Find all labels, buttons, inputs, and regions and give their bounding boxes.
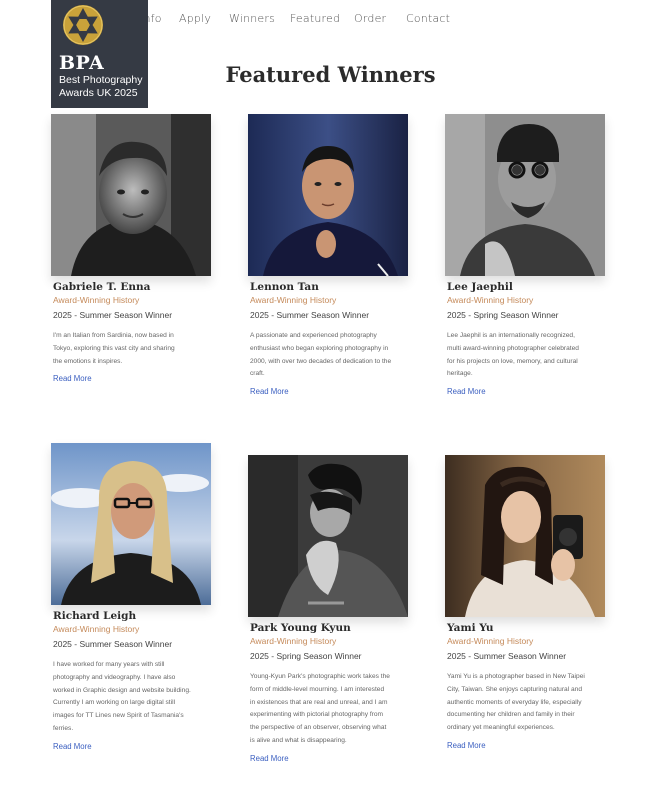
winner-photo[interactable]	[445, 114, 605, 276]
read-more-link[interactable]: Read More	[248, 754, 289, 763]
winner-card: Park Young Kyun Award-Winning History 20…	[248, 455, 408, 766]
winner-card: Lee Jaephil Award-Winning History 2025 -…	[445, 114, 605, 399]
camera-aperture-icon	[63, 5, 103, 45]
winner-photo[interactable]	[445, 455, 605, 617]
season-label: 2025 - Summer Season Winner	[447, 651, 567, 661]
winner-photo[interactable]	[51, 114, 211, 276]
site-logo[interactable]: BPA Best Photography Awards UK 2025	[51, 0, 148, 108]
read-more-link[interactable]: Read More	[445, 741, 486, 750]
nav-winners[interactable]: Winners	[229, 12, 275, 25]
award-link[interactable]: Award-Winning History	[248, 295, 408, 305]
nav-order[interactable]: Order	[354, 12, 386, 25]
season-label: 2025 - Summer Season Winner	[250, 310, 370, 320]
winner-card: Richard Leigh Award-Winning History 2025…	[51, 443, 211, 754]
winner-bio: I'm an Italian from Sardinia, now based …	[53, 332, 175, 365]
read-more-link[interactable]: Read More	[445, 387, 486, 396]
season-label: 2025 - Summer Season Winner	[53, 639, 173, 649]
season-label: 2025 - Spring Season Winner	[250, 651, 362, 661]
read-more-link[interactable]: Read More	[248, 387, 289, 396]
winner-bio: I have worked for many years with still …	[53, 661, 191, 732]
winner-bio: Yami Yu is a photographer based in New T…	[447, 673, 585, 732]
winner-photo[interactable]	[51, 443, 211, 605]
winner-card: Gabriele T. Enna Award-Winning History 2…	[51, 114, 211, 386]
winner-name: Yami Yu	[447, 622, 494, 634]
season-label: 2025 - Spring Season Winner	[447, 310, 559, 320]
winner-bio: Young-Kyun Park's photographic work take…	[250, 673, 390, 744]
award-link[interactable]: Award-Winning History	[445, 636, 605, 646]
season-label: 2025 - Summer Season Winner	[53, 310, 173, 320]
nav-contact[interactable]: Contact	[406, 12, 450, 25]
award-link[interactable]: Award-Winning History	[248, 636, 408, 646]
winner-name: Richard Leigh	[53, 610, 137, 622]
page-title: Featured Winners	[225, 62, 436, 87]
winner-name: Park Young Kyun	[250, 622, 351, 634]
award-link[interactable]: Award-Winning History	[51, 295, 211, 305]
nav-apply[interactable]: Apply	[179, 12, 211, 25]
read-more-link[interactable]: Read More	[51, 374, 92, 383]
winner-name: Lee Jaephil	[447, 281, 513, 293]
award-link[interactable]: Award-Winning History	[445, 295, 605, 305]
winner-card: Yami Yu Award-Winning History 2025 - Sum…	[445, 455, 605, 753]
winner-bio: A passionate and experienced photography…	[250, 332, 392, 378]
nav-featured[interactable]: Featured	[290, 12, 340, 25]
winner-name: Lennon Tan	[250, 281, 319, 293]
winner-card: Lennon Tan Award-Winning History 2025 - …	[248, 114, 408, 399]
winner-bio: Lee Jaephil is an internationally recogn…	[447, 332, 579, 378]
winner-name: Gabriele T. Enna	[53, 281, 151, 293]
award-link[interactable]: Award-Winning History	[51, 624, 211, 634]
winner-photo[interactable]	[248, 455, 408, 617]
winner-photo[interactable]	[248, 114, 408, 276]
read-more-link[interactable]: Read More	[51, 742, 92, 751]
